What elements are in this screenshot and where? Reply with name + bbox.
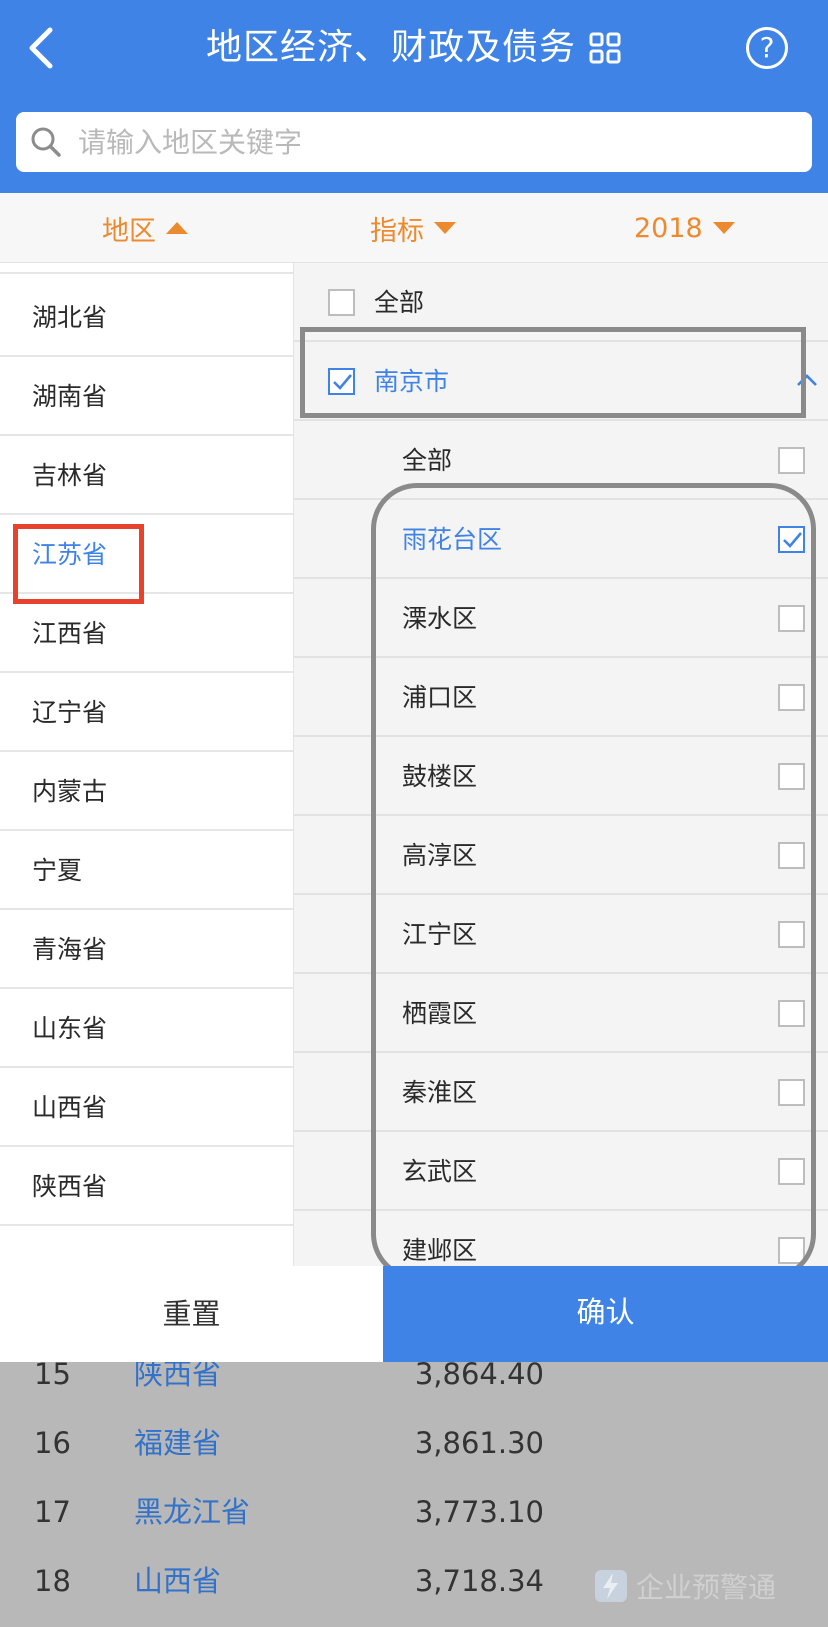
province-item[interactable]: 湖北省 (0, 278, 293, 357)
rank-cell: 18 (34, 1564, 71, 1598)
province-item[interactable]: 青海省 (0, 910, 293, 989)
province-item[interactable]: 宁夏 (0, 831, 293, 910)
rank-cell: 17 (34, 1495, 71, 1529)
year-filter[interactable]: 2018 (634, 193, 735, 263)
checkbox[interactable] (328, 289, 355, 316)
help-icon[interactable]: ? (746, 27, 788, 69)
value-cell: 3,773.10 (414, 1495, 544, 1529)
watermark-text: 企业预警通 (636, 1571, 777, 1604)
lightning-logo-icon (595, 1570, 627, 1602)
region-filter[interactable]: 地区 (102, 193, 188, 263)
list-item[interactable] (0, 1226, 293, 1266)
region-link[interactable]: 山西省 (134, 1547, 221, 1616)
region-link[interactable]: 黑龙江省 (134, 1478, 250, 1547)
table-row[interactable]: 16 福建省 3,861.30 (0, 1409, 828, 1478)
province-item[interactable]: 山东省 (0, 989, 293, 1068)
filter-bar: 地区 指标 2018 (0, 193, 828, 263)
search-icon (31, 127, 61, 157)
grid-menu-icon[interactable] (588, 31, 622, 65)
highlight-box-city (300, 327, 806, 418)
caret-down-icon (712, 222, 735, 234)
province-item[interactable]: 内蒙古 (0, 752, 293, 831)
province-item[interactable]: 陕西省 (0, 1147, 293, 1226)
watermark: 企业预警通 (594, 1560, 776, 1612)
list-item[interactable] (0, 263, 293, 274)
value-cell: 3,861.30 (414, 1426, 544, 1460)
table-row[interactable]: 17 黑龙江省 3,773.10 (0, 1478, 828, 1547)
header-bar: 地区经济、财政及债务 ? (0, 0, 828, 193)
caret-down-icon (434, 222, 456, 234)
search-box[interactable] (16, 112, 812, 172)
reset-button[interactable]: 重置 (0, 1266, 383, 1362)
highlight-box-province (13, 524, 144, 604)
province-item[interactable]: 湖南省 (0, 357, 293, 436)
rank-cell: 16 (34, 1426, 71, 1460)
caret-up-icon (166, 222, 188, 234)
province-item[interactable]: 江西省 (0, 594, 293, 673)
region-filter-label: 地区 (102, 215, 156, 247)
province-item[interactable]: 辽宁省 (0, 673, 293, 752)
screen: 15 陕西省 3,864.40 16 福建省 3,861.30 17 黑龙江省 … (0, 0, 828, 1627)
page-title: 地区经济、财政及债务 (205, 27, 576, 68)
checkbox[interactable] (778, 447, 805, 474)
search-input[interactable] (78, 112, 798, 172)
value-cell: 3,718.34 (414, 1564, 544, 1598)
province-list[interactable]: 湖北省 湖南省 吉林省 江苏省 江西省 辽宁省 内蒙古 宁夏 青海省 山东省 山… (0, 263, 294, 1266)
region-link[interactable]: 福建省 (134, 1409, 221, 1478)
indicator-filter-label: 指标 (370, 215, 424, 247)
confirm-button[interactable]: 确认 (383, 1266, 828, 1362)
year-filter-label: 2018 (634, 212, 703, 244)
title-area: 地区经济、财政及债务 (0, 22, 828, 74)
highlight-box-districts (371, 483, 816, 1280)
province-item[interactable]: 吉林省 (0, 436, 293, 515)
indicator-filter[interactable]: 指标 (370, 193, 456, 263)
province-item[interactable]: 山西省 (0, 1068, 293, 1147)
